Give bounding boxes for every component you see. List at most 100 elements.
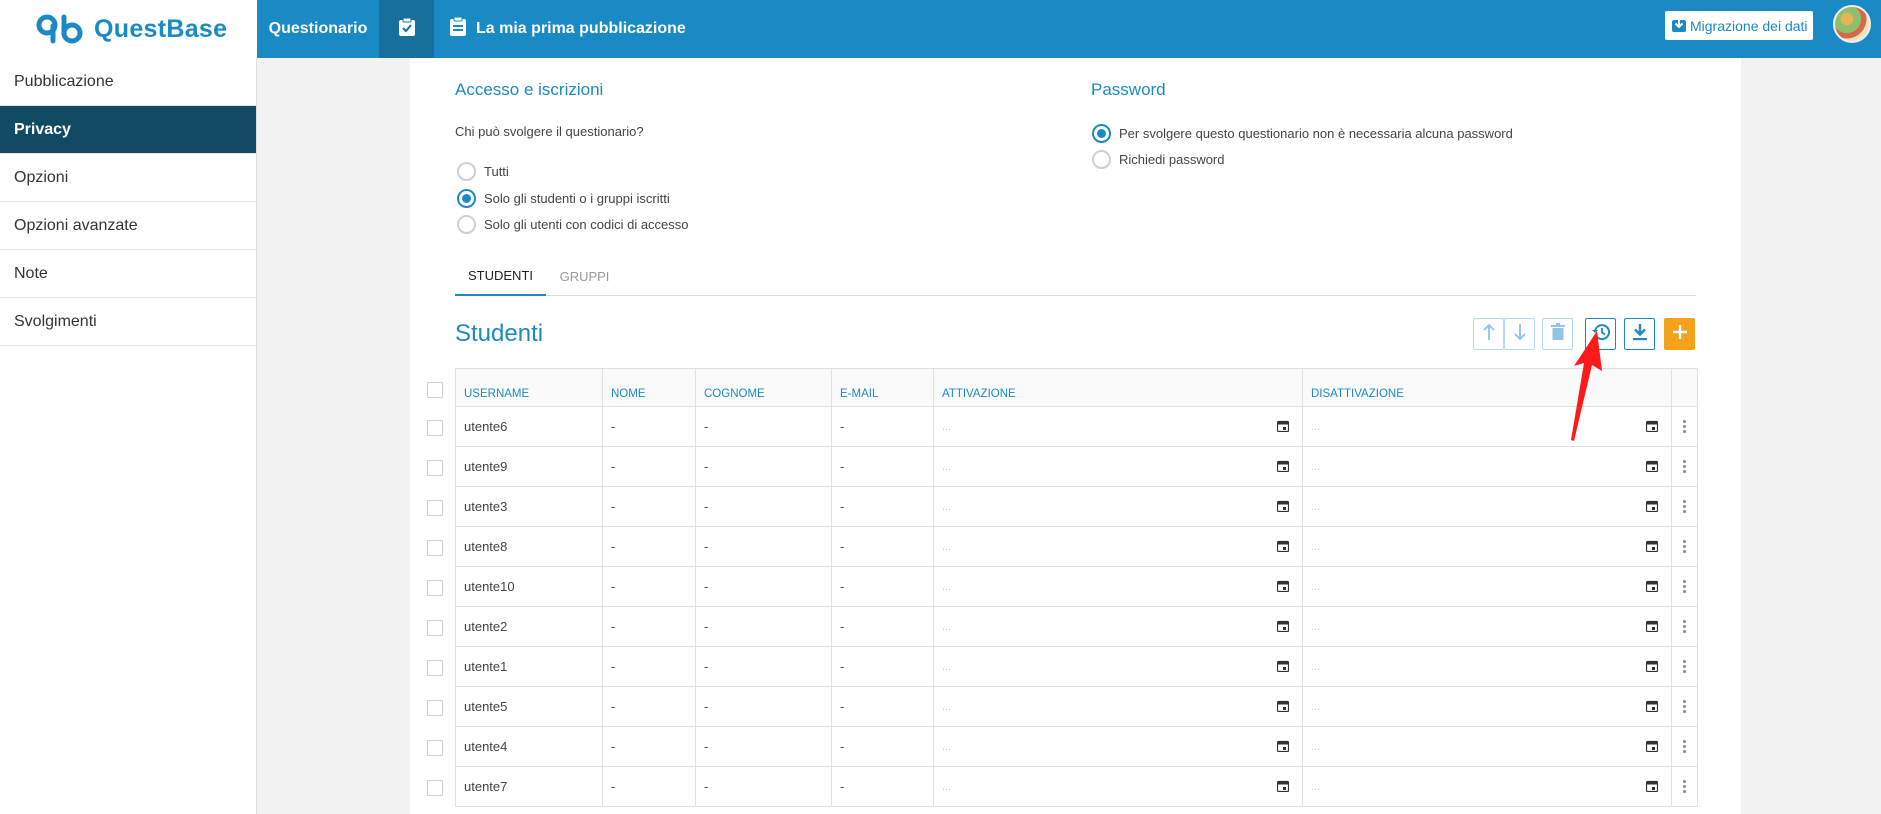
- row-menu-cell[interactable]: [1671, 766, 1698, 807]
- row-checkbox[interactable]: [427, 460, 443, 476]
- cell-disattivazione[interactable]: ...: [1302, 686, 1672, 727]
- calendar-icon[interactable]: [1645, 460, 1659, 475]
- cell-attivazione[interactable]: ...: [933, 526, 1303, 567]
- user-avatar[interactable]: [1833, 5, 1871, 43]
- table-row[interactable]: utente2 - - - ... ...: [455, 606, 1698, 647]
- column-header-cognome[interactable]: COGNOME: [695, 368, 832, 407]
- cell-attivazione[interactable]: ...: [933, 726, 1303, 767]
- calendar-icon[interactable]: [1645, 420, 1659, 435]
- row-menu-cell[interactable]: [1671, 526, 1698, 567]
- calendar-icon[interactable]: [1645, 740, 1659, 755]
- calendar-icon[interactable]: [1276, 420, 1290, 435]
- cell-disattivazione[interactable]: ...: [1302, 526, 1672, 567]
- radio-button[interactable]: [1092, 150, 1111, 169]
- calendar-icon[interactable]: [1276, 780, 1290, 795]
- cell-attivazione[interactable]: ...: [933, 646, 1303, 687]
- column-header-username[interactable]: USERNAME: [455, 368, 603, 407]
- radio-button-selected[interactable]: [457, 189, 476, 208]
- table-row[interactable]: utente7 - - - ... ...: [455, 766, 1698, 807]
- more-vertical-icon[interactable]: [1680, 540, 1689, 553]
- radio-button-selected[interactable]: [1092, 124, 1111, 143]
- table-row[interactable]: utente3 - - - ... ...: [455, 486, 1698, 527]
- cell-disattivazione[interactable]: ...: [1302, 766, 1672, 807]
- row-menu-cell[interactable]: [1671, 686, 1698, 727]
- cell-attivazione[interactable]: ...: [933, 606, 1303, 647]
- cell-disattivazione[interactable]: ...: [1302, 606, 1672, 647]
- calendar-icon[interactable]: [1276, 500, 1290, 515]
- cell-disattivazione[interactable]: ...: [1302, 406, 1672, 447]
- table-row[interactable]: utente8 - - - ... ...: [455, 526, 1698, 567]
- row-checkbox[interactable]: [427, 660, 443, 676]
- download-button[interactable]: [1624, 318, 1655, 350]
- more-vertical-icon[interactable]: [1680, 660, 1689, 673]
- table-row[interactable]: utente5 - - - ... ...: [455, 686, 1698, 727]
- column-header-nome[interactable]: NOME: [602, 368, 696, 407]
- data-migration-button[interactable]: Migrazione dei dati: [1665, 11, 1813, 40]
- sidebar-item-privacy[interactable]: Privacy: [0, 106, 256, 154]
- move-down-button[interactable]: [1504, 318, 1535, 350]
- sidebar-item-opzioni-avanzate[interactable]: Opzioni avanzate: [0, 202, 256, 250]
- cell-disattivazione[interactable]: ...: [1302, 726, 1672, 767]
- more-vertical-icon[interactable]: [1680, 620, 1689, 633]
- row-checkbox[interactable]: [427, 780, 443, 796]
- more-vertical-icon[interactable]: [1680, 420, 1689, 433]
- logo[interactable]: QuestBase: [0, 0, 257, 58]
- calendar-icon[interactable]: [1645, 500, 1659, 515]
- cell-attivazione[interactable]: ...: [933, 686, 1303, 727]
- more-vertical-icon[interactable]: [1680, 740, 1689, 753]
- row-menu-cell[interactable]: [1671, 446, 1698, 487]
- row-menu-cell[interactable]: [1671, 646, 1698, 687]
- more-vertical-icon[interactable]: [1680, 580, 1689, 593]
- calendar-icon[interactable]: [1645, 780, 1659, 795]
- sidebar-item-note[interactable]: Note: [0, 250, 256, 298]
- calendar-icon[interactable]: [1645, 700, 1659, 715]
- column-header-disattivazione[interactable]: DISATTIVAZIONE: [1302, 368, 1672, 407]
- nav-questionario[interactable]: Questionario: [257, 0, 379, 58]
- row-menu-cell[interactable]: [1671, 406, 1698, 447]
- calendar-icon[interactable]: [1276, 620, 1290, 635]
- calendar-icon[interactable]: [1645, 660, 1659, 675]
- table-row[interactable]: utente4 - - - ... ...: [455, 726, 1698, 767]
- row-checkbox[interactable]: [427, 580, 443, 596]
- row-checkbox[interactable]: [427, 420, 443, 436]
- row-menu-cell[interactable]: [1671, 486, 1698, 527]
- cell-attivazione[interactable]: ...: [933, 766, 1303, 807]
- sidebar-item-pubblicazione[interactable]: Pubblicazione: [0, 58, 256, 106]
- row-checkbox[interactable]: [427, 740, 443, 756]
- sidebar-item-opzioni[interactable]: Opzioni: [0, 154, 256, 202]
- row-checkbox[interactable]: [427, 620, 443, 636]
- row-checkbox[interactable]: [427, 500, 443, 516]
- table-row[interactable]: utente6 - - - ... ...: [455, 406, 1698, 447]
- nav-check-button[interactable]: [379, 0, 434, 58]
- calendar-icon[interactable]: [1645, 540, 1659, 555]
- sidebar-item-svolgimenti[interactable]: Svolgimenti: [0, 298, 256, 346]
- calendar-icon[interactable]: [1276, 740, 1290, 755]
- more-vertical-icon[interactable]: [1680, 460, 1689, 473]
- table-row[interactable]: utente10 - - - ... ...: [455, 566, 1698, 607]
- calendar-icon[interactable]: [1276, 580, 1290, 595]
- calendar-icon[interactable]: [1276, 460, 1290, 475]
- calendar-icon[interactable]: [1276, 660, 1290, 675]
- tab-gruppi[interactable]: GRUPPI: [546, 256, 623, 296]
- cell-attivazione[interactable]: ...: [933, 446, 1303, 487]
- calendar-icon[interactable]: [1645, 620, 1659, 635]
- calendar-icon[interactable]: [1276, 540, 1290, 555]
- tab-studenti[interactable]: STUDENTI: [455, 256, 546, 296]
- calendar-icon[interactable]: [1645, 580, 1659, 595]
- column-header-attivazione[interactable]: ATTIVAZIONE: [933, 368, 1303, 407]
- access-option-iscritti[interactable]: Solo gli studenti o i gruppi iscritti: [457, 189, 670, 208]
- row-checkbox[interactable]: [427, 540, 443, 556]
- password-option-require[interactable]: Richiedi password: [1092, 150, 1225, 169]
- more-vertical-icon[interactable]: [1680, 500, 1689, 513]
- move-up-button[interactable]: [1473, 318, 1504, 350]
- cell-disattivazione[interactable]: ...: [1302, 646, 1672, 687]
- select-all-checkbox[interactable]: [427, 382, 443, 398]
- cell-attivazione[interactable]: ...: [933, 406, 1303, 447]
- table-row[interactable]: utente1 - - - ... ...: [455, 646, 1698, 687]
- cell-disattivazione[interactable]: ...: [1302, 446, 1672, 487]
- cell-attivazione[interactable]: ...: [933, 566, 1303, 607]
- cell-disattivazione[interactable]: ...: [1302, 486, 1672, 527]
- table-row[interactable]: utente9 - - - ... ...: [455, 446, 1698, 487]
- radio-button[interactable]: [457, 162, 476, 181]
- cell-disattivazione[interactable]: ...: [1302, 566, 1672, 607]
